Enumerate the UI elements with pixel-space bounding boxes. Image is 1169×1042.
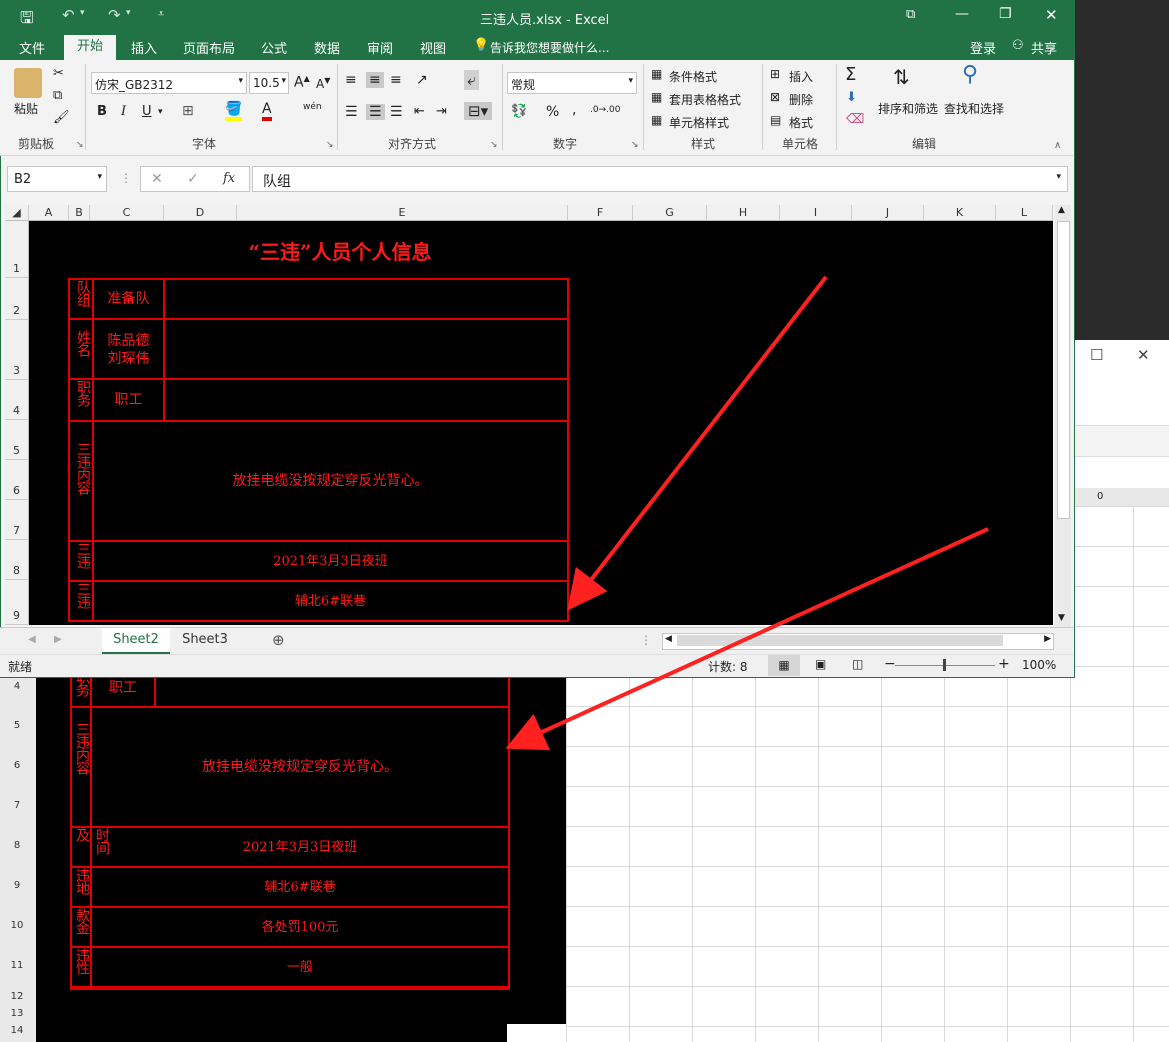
- arrow-to-place-row: [567, 275, 828, 611]
- annotation-arrows: [505, 275, 989, 751]
- arrow-to-content-row: [505, 527, 989, 751]
